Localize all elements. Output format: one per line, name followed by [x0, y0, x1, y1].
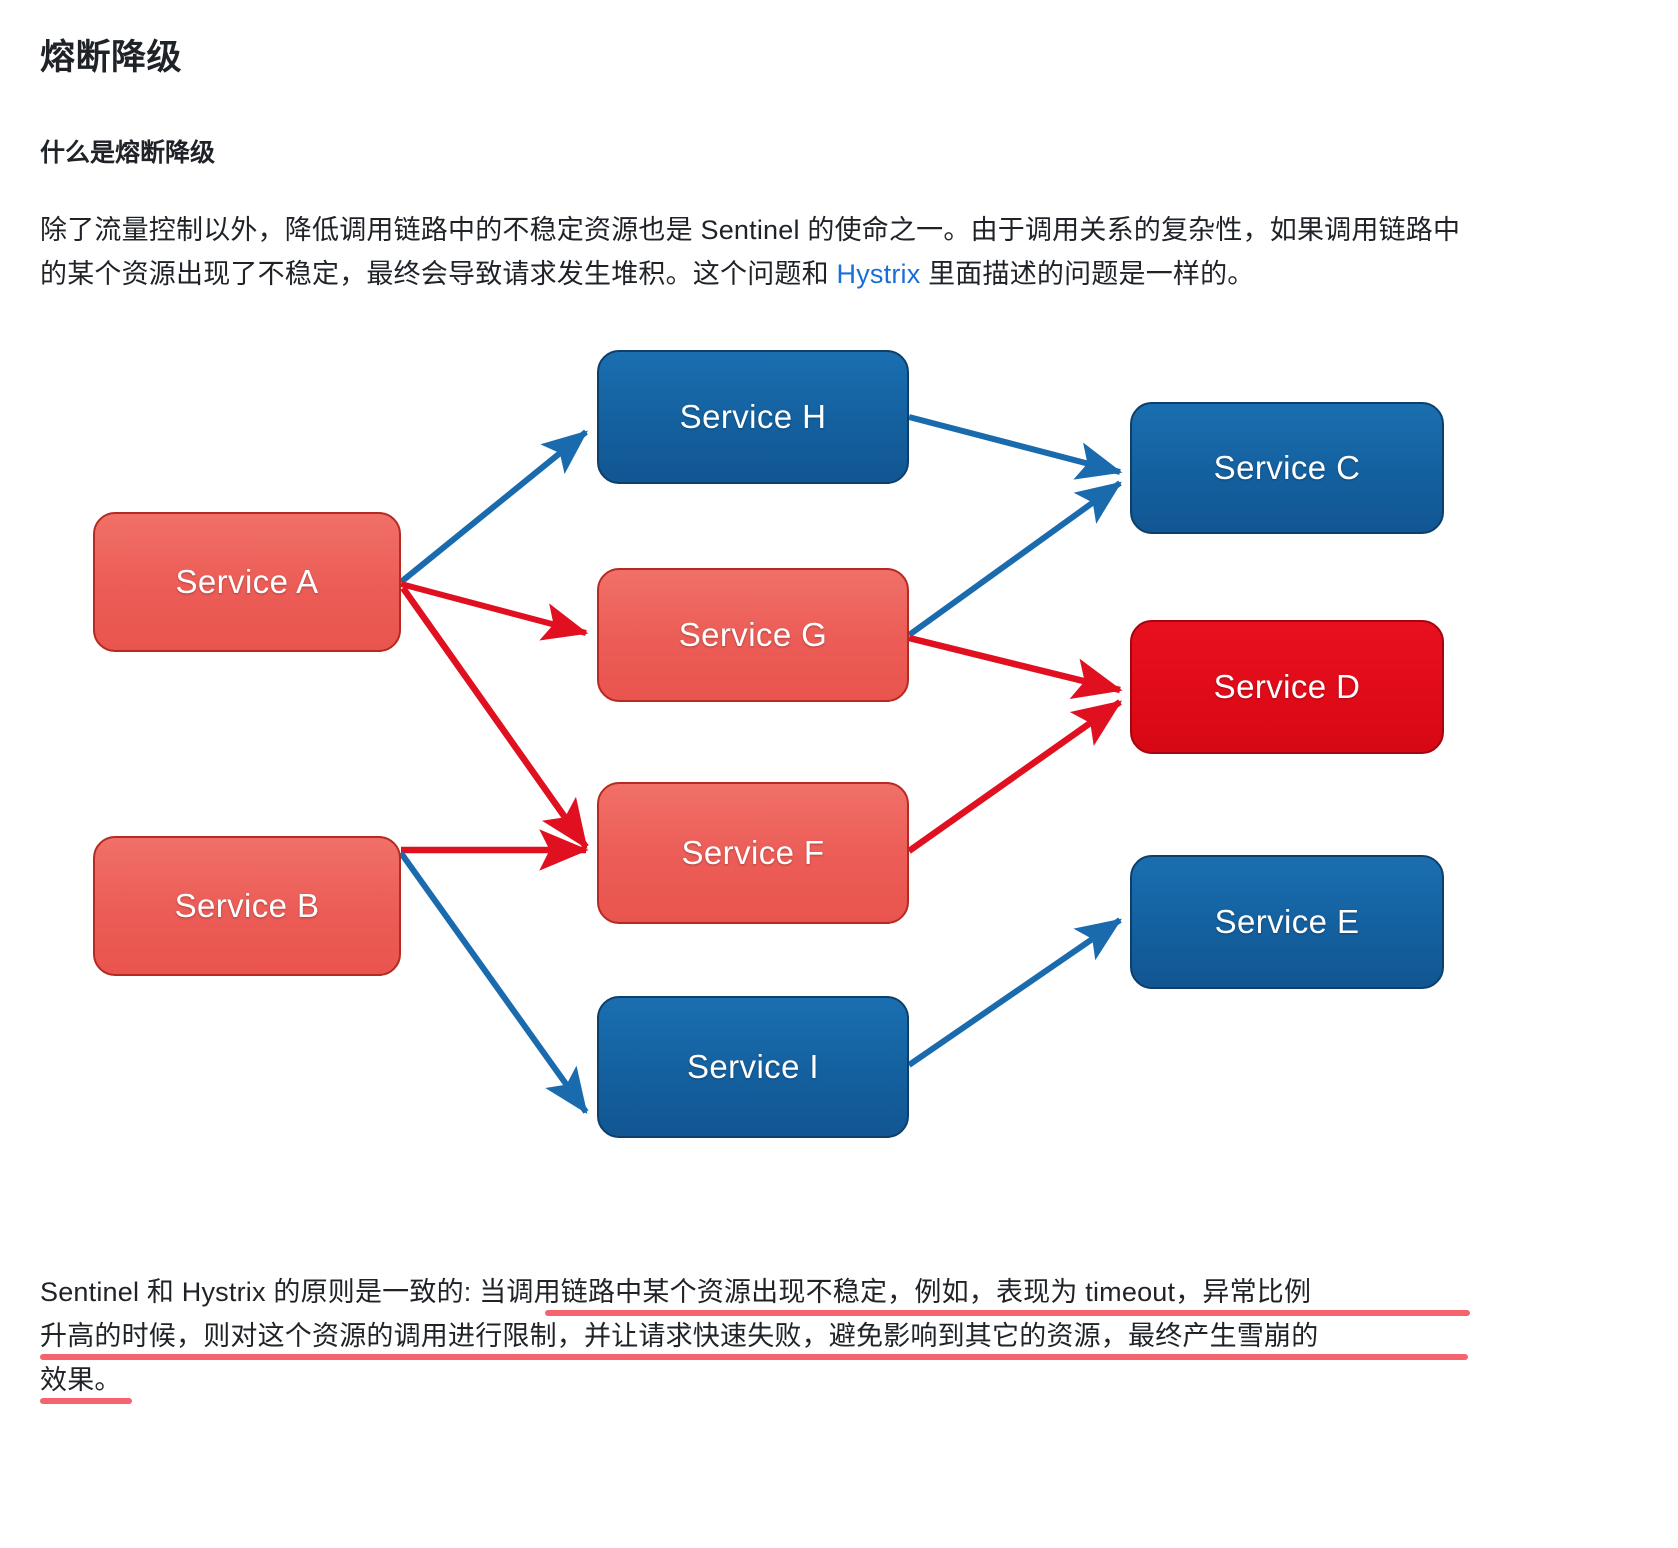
- node-label-service-h: Service H: [679, 398, 827, 436]
- conclusion-line-2-text: 升高的时候，则对这个资源的调用进行限制，并让请求快速失败，避免影响到其它的资源，…: [40, 1321, 1319, 1351]
- node-service-g[interactable]: Service G: [597, 568, 909, 703]
- edge-g-to-c: [907, 481, 1122, 638]
- conclusion-line-1-text: Sentinel 和 Hystrix 的原则是一致的: 当调用链路中某个资源出现…: [40, 1277, 1312, 1307]
- page-title: 熔断降级: [40, 38, 183, 77]
- node-label-service-a: Service A: [175, 563, 319, 601]
- intro-text-after-link: 里面描述的问题是一样的。: [920, 258, 1255, 289]
- node-service-b[interactable]: Service B: [93, 836, 401, 977]
- node-label-service-d: Service D: [1213, 668, 1361, 706]
- conclusion-line-1: Sentinel 和 Hystrix 的原则是一致的: 当调用链路中某个资源出现…: [40, 1270, 1470, 1316]
- node-label-service-b: Service B: [174, 887, 320, 925]
- edge-b-to-i: [398, 851, 589, 1115]
- node-service-i[interactable]: Service I: [597, 996, 909, 1139]
- node-service-d[interactable]: Service D: [1130, 620, 1444, 755]
- node-label-service-e: Service E: [1214, 903, 1360, 941]
- node-service-a[interactable]: Service A: [93, 512, 401, 653]
- node-label-service-i: Service I: [687, 1048, 819, 1086]
- node-label-service-f: Service F: [681, 834, 825, 872]
- conclusion-line-3: 效果。: [40, 1358, 1470, 1404]
- highlight-underline-3: [40, 1398, 132, 1404]
- conclusion-line-3-text: 效果。: [40, 1365, 122, 1395]
- edge-a-to-h: [399, 430, 588, 585]
- service-dependency-diagram: Service A Service B Service H Service G …: [0, 320, 1678, 1180]
- node-service-c[interactable]: Service C: [1130, 402, 1444, 535]
- document-content: 熔断降级 什么是熔断降级 除了流量控制以外，降低调用链路中的不稳定资源也是 Se…: [0, 0, 1678, 296]
- document-page: 熔断降级 什么是熔断降级 除了流量控制以外，降低调用链路中的不稳定资源也是 Se…: [0, 0, 1678, 1548]
- edge-i-to-e: [907, 917, 1122, 1068]
- node-service-h[interactable]: Service H: [597, 350, 909, 485]
- intro-paragraph: 除了流量控制以外，降低调用链路中的不稳定资源也是 Sentinel 的使命之一。…: [40, 209, 1464, 296]
- hystrix-link[interactable]: Hystrix: [837, 259, 921, 289]
- conclusion-paragraph: Sentinel 和 Hystrix 的原则是一致的: 当调用链路中某个资源出现…: [40, 1270, 1470, 1404]
- edge-f-to-d: [907, 699, 1123, 855]
- node-service-e[interactable]: Service E: [1130, 855, 1444, 990]
- node-label-service-c: Service C: [1213, 449, 1361, 487]
- section-heading: 什么是熔断降级: [40, 139, 216, 168]
- node-service-f[interactable]: Service F: [597, 782, 909, 925]
- node-label-service-g: Service G: [678, 616, 828, 654]
- edge-h-to-c: [908, 414, 1123, 481]
- edge-g-to-d: [908, 635, 1123, 700]
- conclusion-line-2: 升高的时候，则对这个资源的调用进行限制，并让请求快速失败，避免影响到其它的资源，…: [40, 1314, 1470, 1360]
